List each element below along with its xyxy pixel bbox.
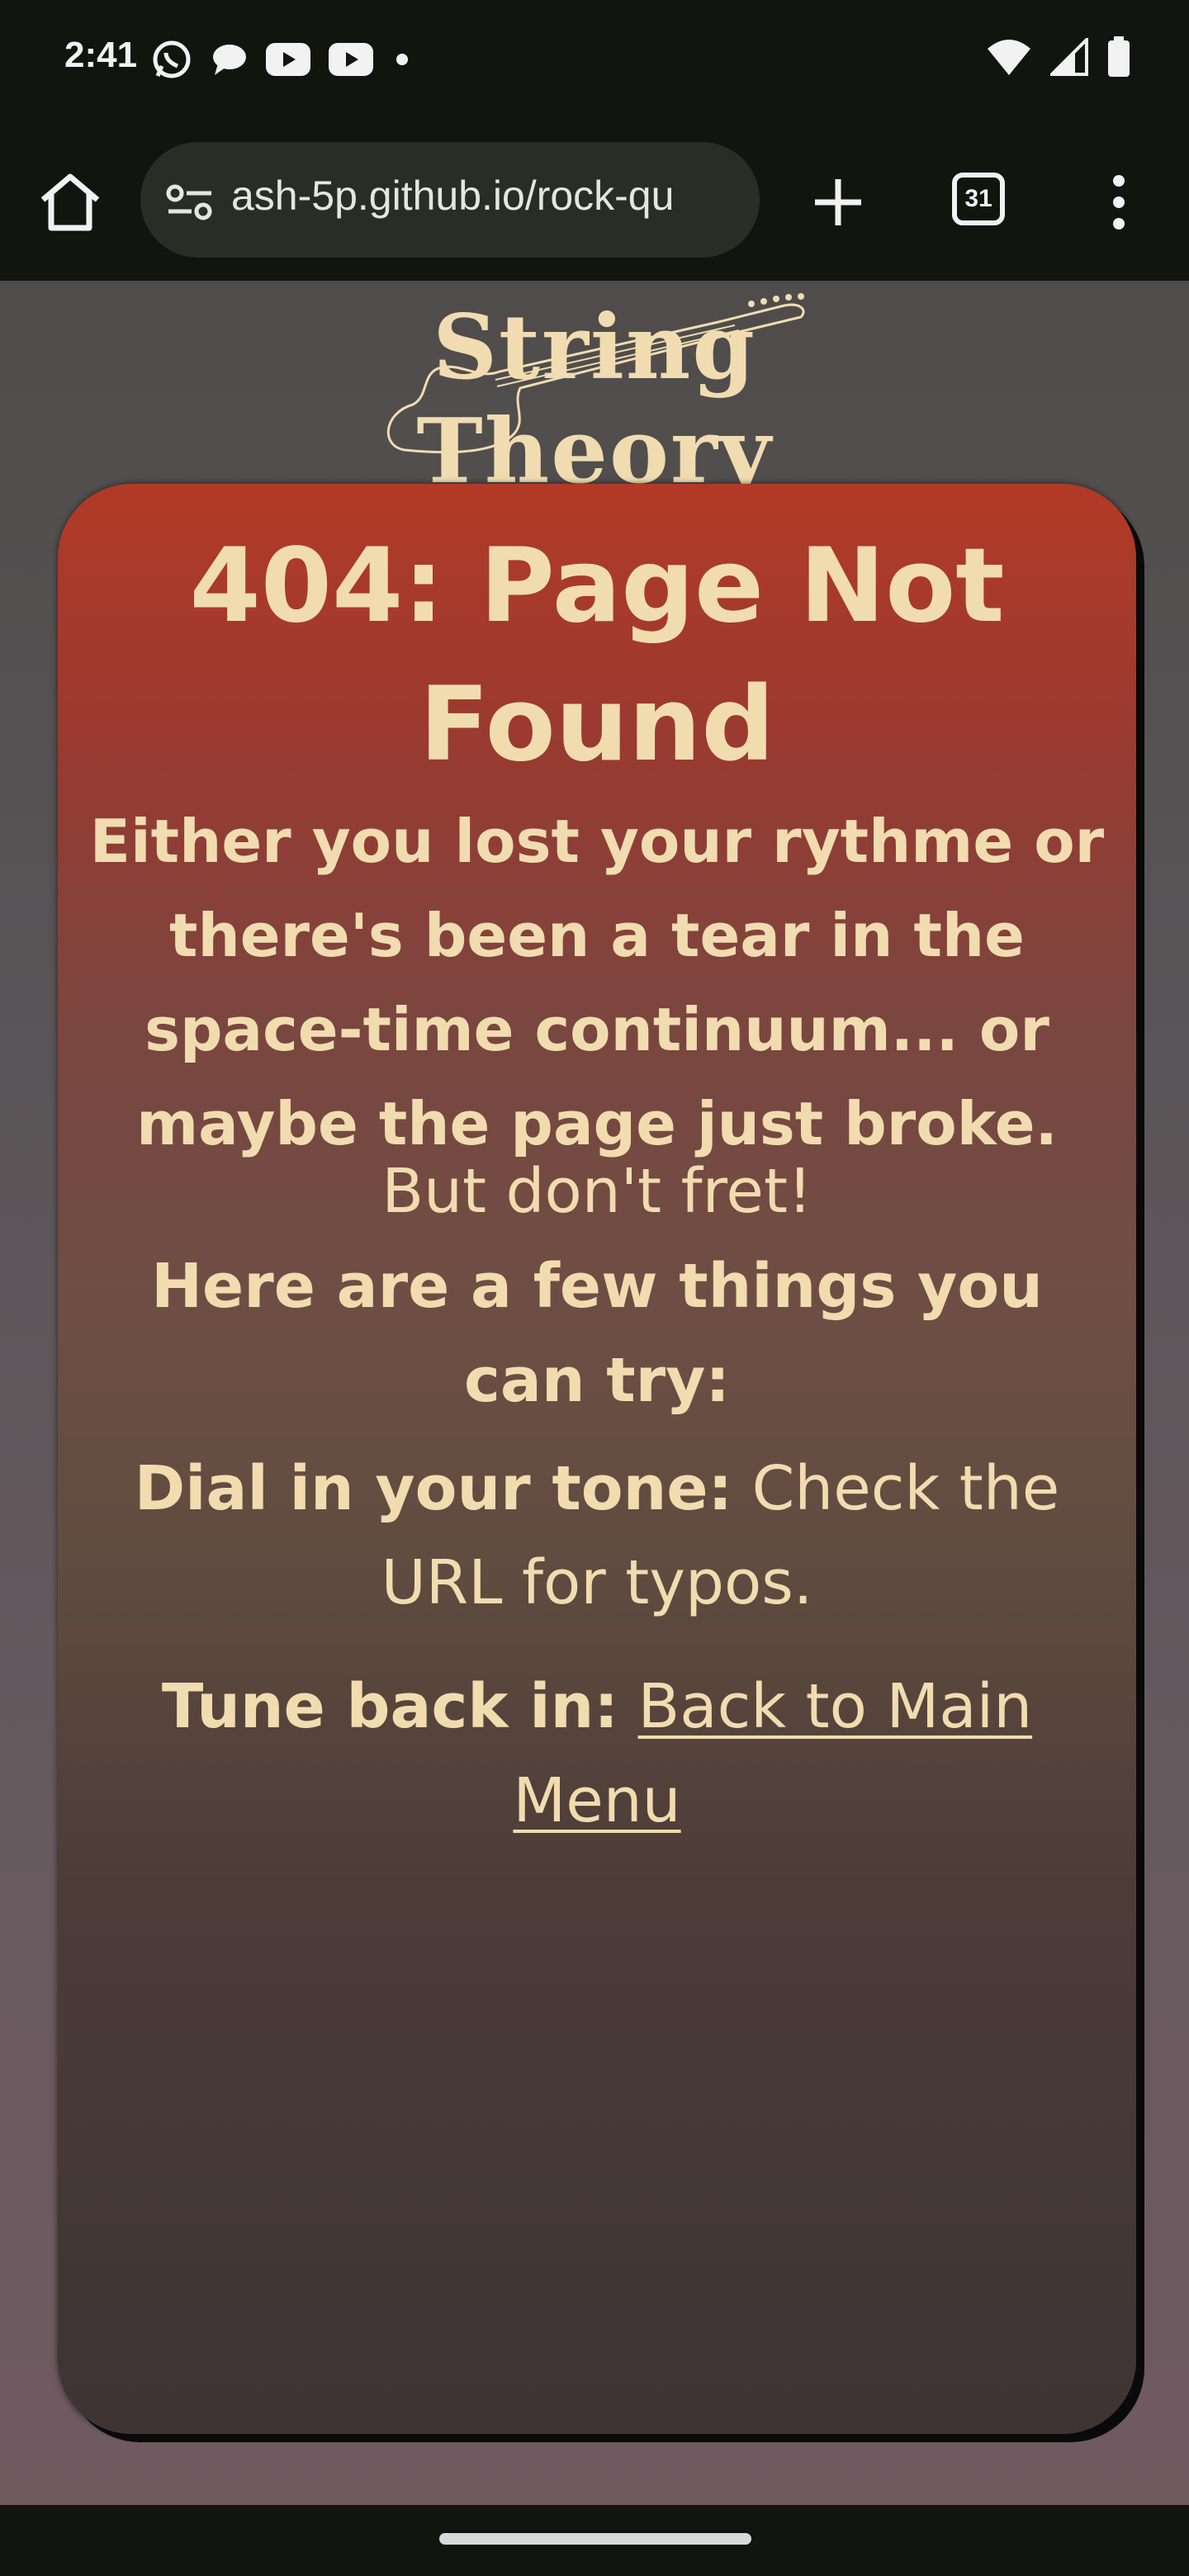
whatsapp-icon [153,40,191,78]
tip-check-url: Dial in your tone: Check the URL for typ… [107,1442,1087,1630]
tip-main-menu: Tune back in: Back to Main Menu [107,1660,1087,1848]
address-bar[interactable]: ash-5p.github.io/rock-qu [140,142,760,258]
tip2-label: Tune back in: [161,1671,618,1742]
home-icon[interactable] [33,165,107,239]
youtube-icon [329,43,373,76]
url-fade [710,142,760,258]
site-logo[interactable]: String Theory [289,289,900,504]
dot-icon [396,54,408,65]
tab-count[interactable]: 31 [951,172,1006,226]
chat-icon [213,45,246,75]
tips-heading: Here are a few things you can try: [151,1251,1043,1416]
battery-icon [1108,36,1130,77]
notification-icons [150,38,414,81]
system-icons [986,36,1131,78]
page-title: 404: Page Not Found [189,527,1005,784]
logo-text: String Theory [416,296,773,504]
signal-icon [1050,38,1088,76]
url-text[interactable]: ash-5p.github.io/rock-qu [231,172,674,220]
gesture-nav-bar [0,2505,1189,2576]
youtube-icon [266,43,310,76]
more-menu-icon[interactable] [1098,169,1139,235]
error-card: 404: Page Not Found Either you lost your… [58,484,1136,2434]
wifi-icon [988,40,1030,75]
new-tab-icon[interactable] [805,169,871,235]
status-bar: 2:41 [0,0,1189,124]
clock: 2:41 [64,35,138,75]
tip1-label: Dial in your tone: [134,1453,733,1524]
home-gesture-handle[interactable] [439,2533,751,2545]
error-intro: Either you lost your rythme or there's b… [89,807,1105,1158]
reassure-text: But don't fret! [381,1156,812,1227]
web-page: String Theory 404: Page Not Found Either… [0,281,1189,2505]
browser-toolbar: ash-5p.github.io/rock-qu 31 [0,124,1189,281]
site-settings-icon[interactable] [165,182,215,223]
